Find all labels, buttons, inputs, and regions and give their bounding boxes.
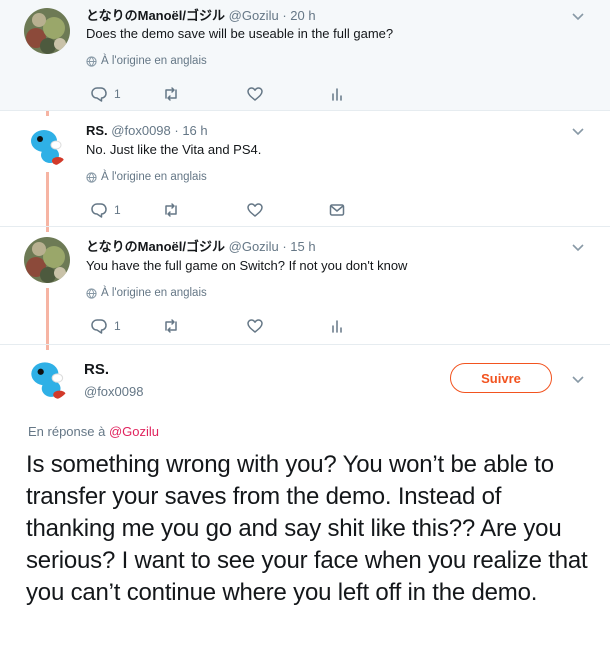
heart-icon [247, 87, 263, 101]
reply-button[interactable]: 1 [90, 201, 121, 219]
tweet-header: となりのManoël/ゴジル @Gozilu · 15 h [86, 239, 316, 255]
analytics-icon [332, 320, 342, 333]
translate-label: À l'origine en anglais [101, 171, 207, 183]
display-name[interactable]: となりのManoël/ゴジル [86, 8, 225, 23]
user-handle[interactable]: @fox0098 [84, 384, 143, 399]
tweet-text: You have the full game on Switch? If not… [86, 258, 408, 273]
translate-link[interactable]: À l'origine en anglais [86, 287, 207, 299]
retweet-button[interactable] [162, 317, 180, 335]
translate-label: À l'origine en anglais [101, 55, 207, 67]
like-button[interactable] [246, 317, 264, 335]
display-name[interactable]: RS. [86, 123, 108, 138]
reply-icon [91, 203, 107, 218]
tweet-header: RS. @fox0098 · 16 h [86, 123, 208, 139]
timestamp[interactable]: · 15 h [282, 239, 315, 254]
reply-context: En réponse à @Gozilu [28, 424, 159, 439]
timestamp[interactable]: · 16 h [174, 123, 207, 138]
reply-icon [91, 87, 107, 102]
retweet-icon [165, 87, 177, 101]
avatar[interactable] [24, 237, 70, 283]
translate-link[interactable]: À l'origine en anglais [86, 55, 207, 67]
heart-icon [247, 319, 263, 333]
analytics-icon [332, 88, 342, 101]
follow-button[interactable]: Suivre [450, 363, 552, 393]
tweet-text: Does the demo save will be useable in th… [86, 26, 394, 41]
analytics-button[interactable] [328, 85, 346, 103]
retweet-button[interactable] [162, 85, 180, 103]
retweet-icon [165, 203, 177, 217]
timestamp[interactable]: · 20 h [282, 8, 315, 23]
tweet[interactable]: となりのManoël/ゴジル @Gozilu · 20 h Does the d… [0, 0, 610, 111]
user-handle[interactable]: @Gozilu [229, 8, 279, 23]
globe-icon [86, 287, 97, 299]
display-name[interactable]: となりのManoël/ゴジル [86, 239, 225, 254]
direct-message-button[interactable] [328, 201, 346, 219]
reply-prefix: En réponse à [28, 424, 106, 439]
main-tweet-text: Is something wrong with you? You won’t b… [26, 451, 588, 606]
reply-count: 1 [114, 87, 121, 101]
chevron-down-icon[interactable] [570, 371, 586, 387]
tweet[interactable]: RS. @fox0098 · 16 h No. Just like the Vi… [0, 111, 610, 227]
retweet-icon [165, 319, 177, 333]
chevron-down-icon[interactable] [570, 8, 586, 24]
globe-icon [86, 171, 97, 183]
avatar[interactable] [24, 121, 70, 167]
tweet-text: No. Just like the Vita and PS4. [86, 142, 262, 157]
chevron-down-icon[interactable] [570, 123, 586, 139]
retweet-button[interactable] [162, 201, 180, 219]
avatar[interactable] [24, 353, 72, 401]
tweet[interactable]: となりのManoël/ゴジル @Gozilu · 15 h You have t… [0, 227, 610, 345]
reply-count: 1 [114, 319, 121, 333]
avatar[interactable] [24, 8, 70, 54]
chevron-down-icon[interactable] [570, 239, 586, 255]
reply-button[interactable]: 1 [90, 317, 121, 335]
tweet-header: となりのManoël/ゴジル @Gozilu · 20 h [86, 8, 316, 24]
analytics-button[interactable] [328, 317, 346, 335]
reply-button[interactable]: 1 [90, 85, 121, 103]
translate-link[interactable]: À l'origine en anglais [86, 171, 207, 183]
globe-icon [86, 55, 97, 67]
display-name[interactable]: RS. [84, 361, 109, 378]
translate-label: À l'origine en anglais [101, 287, 207, 299]
user-handle[interactable]: @fox0098 [111, 123, 170, 138]
user-handle[interactable]: @Gozilu [229, 239, 279, 254]
heart-icon [247, 203, 263, 217]
reply-count: 1 [114, 203, 121, 217]
like-button[interactable] [246, 85, 264, 103]
like-button[interactable] [246, 201, 264, 219]
mention-link[interactable]: @Gozilu [109, 424, 159, 439]
reply-icon [91, 319, 107, 334]
message-icon [329, 204, 345, 216]
